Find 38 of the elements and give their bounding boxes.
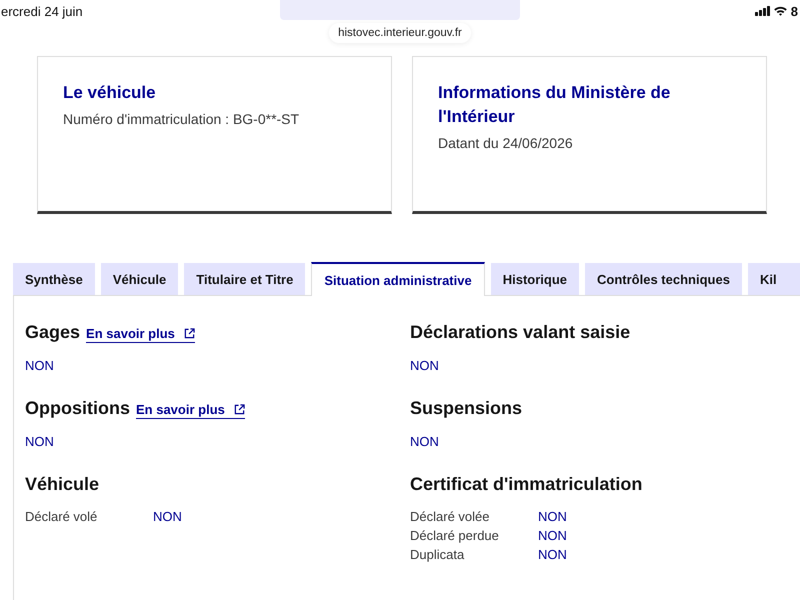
card-title: Informations du Ministère de l'Intérieur bbox=[438, 82, 672, 128]
status-value: NON bbox=[410, 433, 439, 451]
tab[interactable]: Contrôles techniques bbox=[585, 263, 742, 295]
external-link-icon bbox=[234, 404, 245, 415]
row-label: Déclaré volée bbox=[410, 508, 490, 526]
tab[interactable]: Historique bbox=[490, 263, 580, 295]
tab[interactable]: Synthèse bbox=[13, 263, 95, 295]
signal-icon bbox=[754, 6, 770, 16]
row-value: NON bbox=[538, 508, 567, 526]
wifi-icon bbox=[774, 6, 787, 16]
row-label: Duplicata bbox=[410, 546, 466, 564]
section-title: Suspensions bbox=[410, 397, 522, 420]
section-title: Gages bbox=[25, 321, 80, 344]
status-value: NON bbox=[25, 433, 54, 451]
url-bar[interactable]: histovec.interieur.gouv.fr bbox=[329, 23, 471, 43]
status-value: NON bbox=[25, 357, 54, 375]
section-title: Oppositions bbox=[25, 397, 130, 420]
tab[interactable]: Kil bbox=[748, 263, 800, 295]
tab[interactable]: Véhicule bbox=[100, 263, 178, 295]
battery-percent: 8 bbox=[790, 4, 798, 18]
tab[interactable]: Titulaire et Titre bbox=[184, 263, 306, 295]
section-title: Certificat d'immatriculation bbox=[410, 473, 642, 496]
status-value: NON bbox=[410, 357, 439, 375]
tab[interactable]: Situation administrative bbox=[311, 262, 485, 296]
row-value: NON bbox=[538, 527, 567, 545]
learn-more-link[interactable]: En savoir plus bbox=[136, 402, 245, 419]
card-text: Datant du 24/06/2026 bbox=[438, 134, 574, 153]
external-link-icon bbox=[184, 328, 195, 339]
learn-more-link[interactable]: En savoir plus bbox=[86, 326, 195, 343]
card-text: Numéro d'immatriculation : BG-0**-ST bbox=[63, 110, 300, 129]
row-label: Déclaré perdue bbox=[410, 527, 500, 545]
section-title: Déclarations valant saisie bbox=[410, 321, 630, 344]
section-title: Véhicule bbox=[25, 473, 100, 496]
row-value: NON bbox=[538, 546, 567, 564]
row-value: NON bbox=[153, 508, 182, 526]
row-label: Déclaré volé bbox=[25, 508, 98, 526]
card-title: Le véhicule bbox=[63, 82, 157, 104]
status-time: ercredi 24 juin bbox=[1, 4, 83, 18]
